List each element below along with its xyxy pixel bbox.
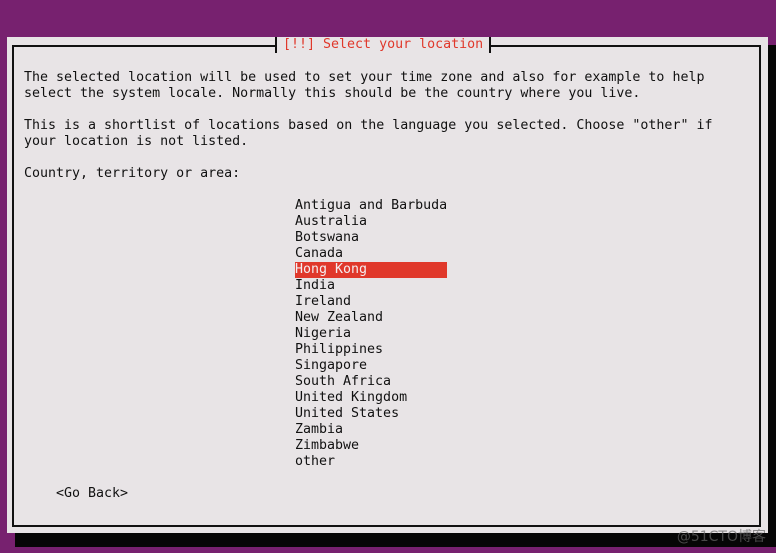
country-option[interactable]: other <box>295 454 447 470</box>
go-back-button[interactable]: <Go Back> <box>56 486 128 502</box>
watermark: @51CTO博客 <box>676 529 766 545</box>
country-option[interactable]: Canada <box>295 246 447 262</box>
country-option[interactable]: New Zealand <box>295 310 447 326</box>
country-option[interactable]: Antigua and Barbuda <box>295 198 447 214</box>
description-line: This is a shortlist of locations based o… <box>24 118 713 133</box>
country-option[interactable]: Philippines <box>295 342 447 358</box>
country-option[interactable]: Zambia <box>295 422 447 438</box>
description-line: your location is not listed. <box>24 134 249 149</box>
country-option[interactable]: Botswana <box>295 230 447 246</box>
country-option[interactable]: Nigeria <box>295 326 447 342</box>
country-list[interactable]: Antigua and Barbuda Australia Botswana Cana… <box>295 198 447 470</box>
country-option[interactable]: India <box>295 278 447 294</box>
country-prompt: Country, territory or area: <box>24 166 241 181</box>
country-option[interactable]: United Kingdom <box>295 390 447 406</box>
country-option[interactable]: Singapore <box>295 358 447 374</box>
dialog-title: [!!] Select your location <box>275 37 492 53</box>
country-option[interactable]: Hong Kong <box>295 262 447 278</box>
description-line: select the system locale. Normally this … <box>24 86 641 101</box>
country-option[interactable]: United States <box>295 406 447 422</box>
country-option[interactable]: Zimbabwe <box>295 438 447 454</box>
country-option[interactable]: South Africa <box>295 374 447 390</box>
country-option[interactable]: Ireland <box>295 294 447 310</box>
description-line: The selected location will be used to se… <box>24 70 705 85</box>
country-option[interactable]: Australia <box>295 214 447 230</box>
select-location-dialog: [!!] Select your location The selected l… <box>7 37 768 533</box>
